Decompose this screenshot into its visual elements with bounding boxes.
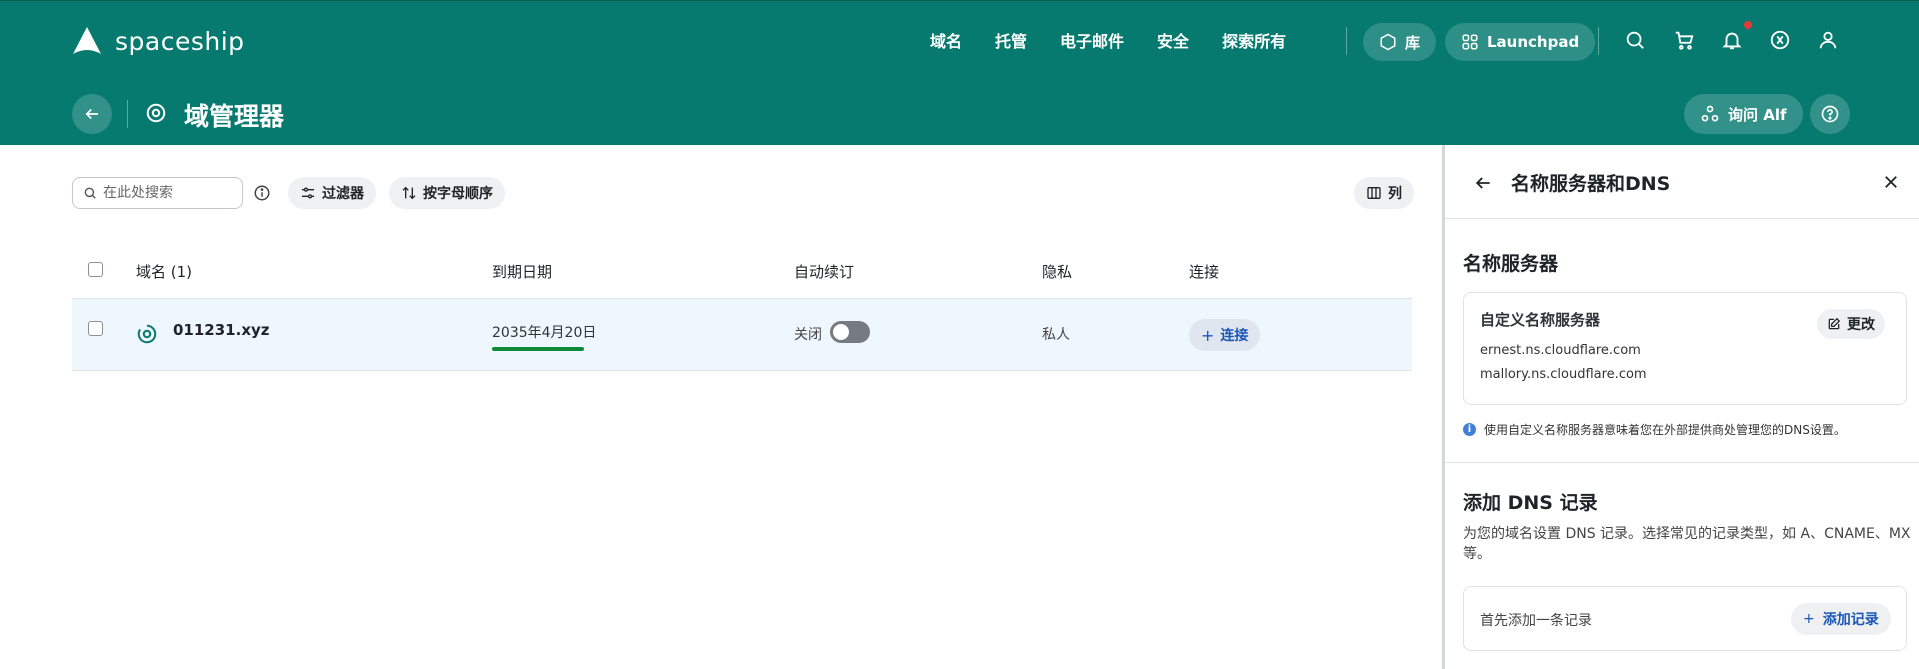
info-icon[interactable]: [253, 184, 271, 206]
expiry-progress-bar: [492, 347, 584, 351]
search-box[interactable]: [72, 177, 243, 209]
search-icon: [84, 187, 96, 199]
plus-icon: +: [1201, 325, 1215, 345]
notification-badge: [1744, 21, 1752, 29]
subbar-divider: [127, 100, 128, 128]
spaceship-logo-icon: [73, 27, 101, 54]
nameservers-dns-panel: 名称服务器和DNS 名称服务器 自定义名称服务器 更改 ernest.ns.cl…: [1442, 145, 1919, 669]
sort-button[interactable]: 按字母顺序: [389, 177, 505, 209]
nameservers-card: 自定义名称服务器 更改 ernest.ns.cloudflare.com mal…: [1463, 292, 1907, 405]
nav-item-security[interactable]: 安全: [1157, 28, 1189, 52]
select-all-checkbox[interactable]: [88, 262, 103, 277]
nameservers-note-text: 使用自定义名称服务器意味着您在外部提供商处管理您的DNS设置。: [1484, 423, 1846, 437]
nameservers-section-title: 名称服务器: [1463, 253, 1559, 275]
back-button[interactable]: [72, 94, 112, 134]
nav-item-email[interactable]: 电子邮件: [1060, 28, 1124, 52]
question-icon: [1821, 105, 1839, 123]
columns-icon: [1367, 187, 1381, 199]
panel-divider: [1445, 462, 1919, 463]
domain-manager-icon: [145, 102, 167, 128]
domain-name[interactable]: 011231.xyz: [173, 321, 270, 339]
grid-icon: [1462, 34, 1478, 50]
connect-button[interactable]: + 连接: [1189, 319, 1261, 351]
help-button[interactable]: [1810, 94, 1850, 134]
table-row[interactable]: 011231.xyz 2035年4月20日 关闭 私人 + 连接: [72, 298, 1412, 371]
arrow-left-icon: [85, 108, 98, 120]
alf-icon: [1701, 105, 1719, 122]
expiry-date: 2035年4月20日: [492, 325, 597, 341]
domain-status-icon: [136, 323, 158, 349]
close-icon[interactable]: [1882, 173, 1900, 195]
custom-nameservers-title: 自定义名称服务器: [1480, 311, 1601, 329]
nav-item-explore-all[interactable]: 探索所有: [1222, 28, 1286, 52]
launchpad-label: Launchpad: [1487, 33, 1580, 51]
brand-name: spaceship: [115, 26, 245, 56]
sort-arrows-icon: [402, 186, 416, 200]
autorenew-toggle[interactable]: [830, 321, 870, 343]
launchpad-button[interactable]: Launchpad: [1445, 23, 1596, 61]
filter-label: 过滤器: [322, 186, 364, 202]
nameservers-note: i 使用自定义名称服务器意味着您在外部提供商处管理您的DNS设置。: [1463, 421, 1846, 438]
top-header: spaceship 域名 托管 电子邮件 安全 探索所有 库 Launchpad: [0, 0, 1919, 145]
user-icon[interactable]: [1817, 29, 1841, 53]
columns-label: 列: [1388, 186, 1402, 202]
column-header-privacy[interactable]: 隐私: [1042, 261, 1072, 282]
support-icon[interactable]: [1769, 29, 1793, 53]
nav-divider-2: [1598, 27, 1599, 55]
hexagon-icon: [1380, 33, 1396, 51]
arrow-left-icon: [1475, 177, 1490, 189]
column-header-connect[interactable]: 连接: [1189, 261, 1219, 282]
nameserver-1: ernest.ns.cloudflare.com: [1480, 343, 1641, 358]
info-icon: i: [1463, 423, 1476, 436]
search-icon[interactable]: [1624, 29, 1648, 53]
autorenew-status: 关闭: [794, 327, 822, 343]
sliders-icon: [302, 187, 314, 199]
change-nameservers-button[interactable]: 更改: [1817, 309, 1885, 339]
dns-records-card: 首先添加一条记录 + 添加记录: [1463, 586, 1907, 651]
dns-empty-text: 首先添加一条记录: [1480, 613, 1592, 629]
ask-alf-label: 询问 Alf: [1728, 105, 1787, 124]
nav-item-hosting[interactable]: 托管: [995, 28, 1027, 52]
privacy-status: 私人: [1042, 327, 1070, 343]
ask-alf-button[interactable]: 询问 Alf: [1684, 94, 1803, 134]
change-label: 更改: [1847, 317, 1875, 333]
bell-icon[interactable]: [1721, 29, 1745, 53]
library-button[interactable]: 库: [1363, 23, 1437, 61]
cart-icon[interactable]: [1673, 29, 1697, 53]
nav-divider: [1346, 27, 1347, 55]
panel-title: 名称服务器和DNS: [1511, 173, 1671, 195]
connect-label: 连接: [1220, 328, 1249, 344]
column-header-autorenew[interactable]: 自动续订: [794, 261, 854, 282]
brand-logo[interactable]: spaceship: [71, 25, 245, 57]
dns-description: 为您的域名设置 DNS 记录。选择常见的记录类型，如 A、CNAME、MX 等。: [1463, 526, 1911, 562]
library-label: 库: [1405, 33, 1421, 52]
nameserver-2: mallory.ns.cloudflare.com: [1480, 367, 1647, 382]
panel-header: 名称服务器和DNS: [1445, 145, 1919, 219]
sort-label: 按字母顺序: [423, 186, 493, 202]
panel-back-button[interactable]: [1473, 173, 1493, 197]
main-nav: 域名 托管 电子邮件 安全 探索所有: [930, 28, 1319, 52]
filter-button[interactable]: 过滤器: [288, 177, 376, 209]
columns-button[interactable]: 列: [1354, 177, 1414, 209]
column-header-expiry[interactable]: 到期日期: [492, 261, 552, 282]
add-record-label: 添加记录: [1822, 612, 1879, 628]
plus-icon: +: [1803, 611, 1815, 627]
edit-icon: [1828, 317, 1841, 330]
column-header-domain[interactable]: 域名 (1): [136, 261, 192, 282]
row-checkbox[interactable]: [88, 321, 103, 336]
page-title: 域管理器: [184, 102, 285, 131]
add-record-button[interactable]: + 添加记录: [1791, 603, 1891, 635]
nav-item-domains[interactable]: 域名: [930, 28, 962, 52]
search-input[interactable]: [103, 185, 233, 201]
dns-section-title: 添加 DNS 记录: [1463, 492, 1598, 514]
